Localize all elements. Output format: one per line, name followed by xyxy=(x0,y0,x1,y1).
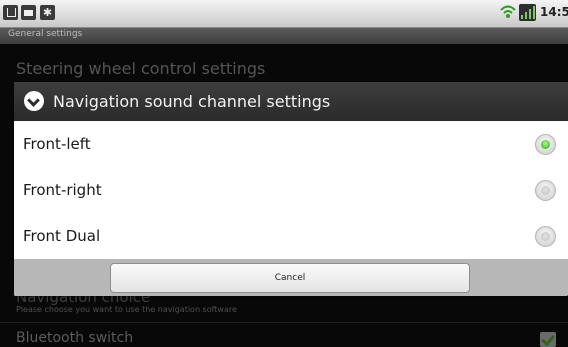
sound-channel-dialog: Navigation sound channel settings Front-… xyxy=(14,82,568,296)
dialog-header: Navigation sound channel settings xyxy=(14,82,568,122)
dialog-title: Navigation sound channel settings xyxy=(53,92,331,111)
option-label: Front Dual xyxy=(23,227,101,245)
status-bar: ✱ 14:54 xyxy=(0,0,568,28)
signal-icon xyxy=(519,4,536,21)
app-bar: General settings xyxy=(0,28,568,44)
bluetooth-icon: ✱ xyxy=(40,5,55,20)
dialog-footer: Cancel xyxy=(14,259,568,296)
radio-button[interactable] xyxy=(535,226,556,247)
usb-icon xyxy=(3,5,18,20)
app-bar-title: General settings xyxy=(8,29,83,39)
status-time: 14:54 xyxy=(540,5,568,19)
option-front-right[interactable]: Front-right xyxy=(14,167,568,214)
option-label: Front-left xyxy=(23,135,91,153)
radio-button[interactable] xyxy=(535,180,556,201)
shopping-bag-icon xyxy=(21,5,36,20)
cancel-button[interactable]: Cancel xyxy=(110,263,470,293)
option-label: Front-right xyxy=(23,181,102,199)
option-front-left[interactable]: Front-left xyxy=(14,121,568,168)
option-front-dual[interactable]: Front Dual xyxy=(14,213,568,259)
wifi-icon xyxy=(500,5,516,18)
radio-button[interactable] xyxy=(535,134,556,155)
chevron-down-circle-icon xyxy=(24,91,44,111)
